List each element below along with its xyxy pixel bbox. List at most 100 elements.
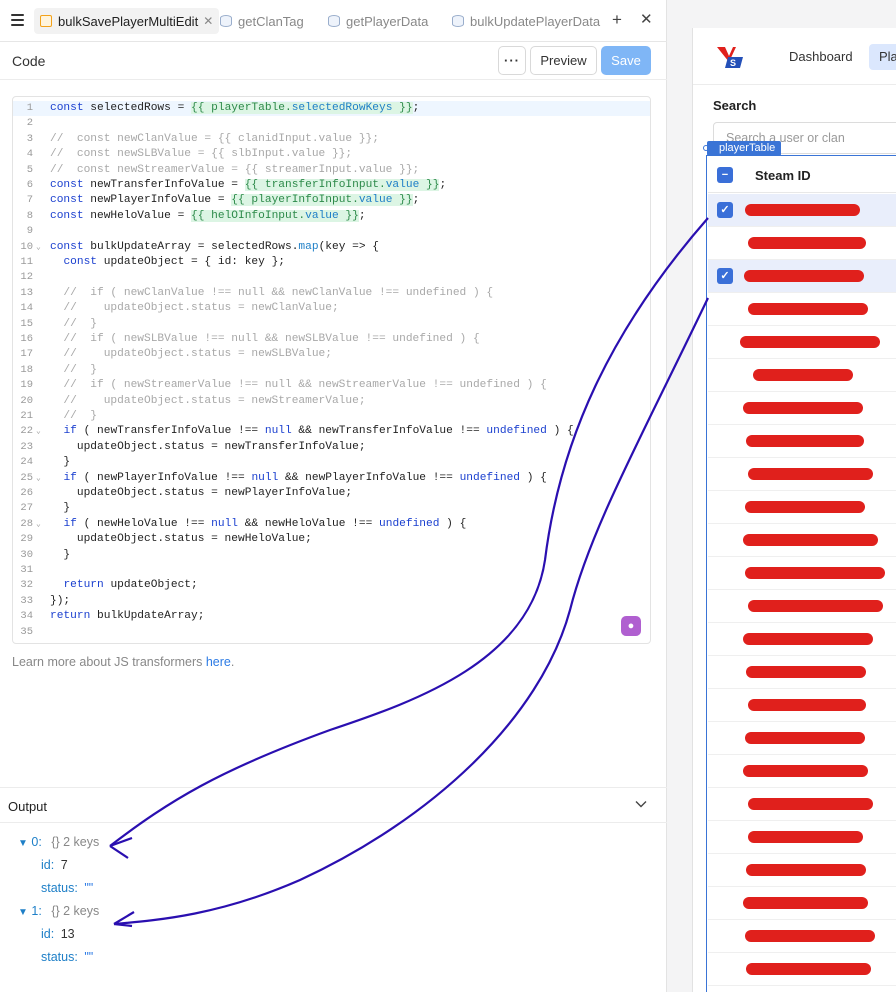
code-line[interactable]: 34 return bulkUpdateArray; xyxy=(13,609,650,624)
code-line[interactable]: 10 ⌄ const bulkUpdateArray = selectedRows.… xyxy=(13,240,650,255)
code-editor[interactable]: ● 1 const selectedRows = {{ playerTable.s… xyxy=(12,96,651,644)
table-row[interactable]: ✓ xyxy=(708,194,896,227)
chevron-down-icon[interactable] xyxy=(634,797,648,811)
code-line[interactable]: 7 const newPlayerInfoValue = {{ playerInf… xyxy=(13,193,650,208)
fold-chevron-icon[interactable]: ⌄ xyxy=(36,471,41,486)
table-row[interactable] xyxy=(708,458,896,491)
learn-more-link[interactable]: here xyxy=(206,655,231,669)
nav-dashboard[interactable]: Dashboard xyxy=(789,49,853,64)
table-row[interactable] xyxy=(708,524,896,557)
table-row[interactable] xyxy=(708,854,896,887)
table-row[interactable] xyxy=(708,920,896,953)
save-button[interactable]: Save xyxy=(601,46,651,75)
code-line[interactable]: 8 const newHeloValue = {{ helOInfoInput.v… xyxy=(13,209,650,224)
code-text: const newTransferInfoValue = {{ transfer… xyxy=(50,179,447,191)
code-line[interactable]: 28 ⌄ if ( newHeloValue !== null && newHel… xyxy=(13,517,650,532)
code-line[interactable]: 14 // updateObject.status = newClanValue… xyxy=(13,301,650,316)
table-row[interactable] xyxy=(708,821,896,854)
code-line[interactable]: 13 // if ( newClanValue !== null && newC… xyxy=(13,286,650,301)
code-line[interactable]: 1 const selectedRows = {{ playerTable.sel… xyxy=(13,101,650,117)
line-number: 1 xyxy=(26,102,33,114)
code-line[interactable]: 19 // if ( newStreamerValue !== null && … xyxy=(13,378,650,393)
fold-chevron-icon[interactable]: ⌄ xyxy=(36,240,41,255)
output-item-0[interactable]: ▼ 0: {} 2 keys xyxy=(18,835,99,849)
code-line[interactable]: 35 xyxy=(13,625,650,640)
more-options-button[interactable]: ··· xyxy=(498,46,526,75)
tab-getclantag[interactable]: getClanTag xyxy=(214,8,304,34)
tab-bulkupdateplayerdata[interactable]: bulkUpdatePlayerData xyxy=(446,8,600,34)
table-row[interactable] xyxy=(708,656,896,689)
table-row[interactable] xyxy=(708,326,896,359)
database-icon xyxy=(328,15,340,27)
table-row[interactable] xyxy=(708,788,896,821)
select-all-checkbox[interactable]: − xyxy=(717,167,733,183)
code-line[interactable]: 16 // if ( newSLBValue !== null && newSL… xyxy=(13,332,650,347)
tab-getplayerdata[interactable]: getPlayerData xyxy=(322,8,428,34)
table-row[interactable] xyxy=(708,359,896,392)
code-line[interactable]: 27 } xyxy=(13,501,650,516)
table-row[interactable] xyxy=(708,293,896,326)
code-line[interactable]: 32 return updateObject; xyxy=(13,578,650,593)
nav-players[interactable]: Pla xyxy=(869,44,896,70)
output-header[interactable]: Output xyxy=(0,787,667,823)
output-meta: {} 2 keys xyxy=(51,904,100,918)
redacted-steam-id xyxy=(745,501,865,513)
column-header-steam-id[interactable]: Steam ID xyxy=(755,168,811,183)
code-line[interactable]: 29 updateObject.status = newHeloValue; xyxy=(13,532,650,547)
tab-bulksaveplayermultiedit[interactable]: bulkSavePlayerMultiEdit ✕ xyxy=(34,8,220,34)
line-number: 16 xyxy=(20,333,33,345)
code-line[interactable]: 5 // const newStreamerValue = {{ streamer… xyxy=(13,163,650,178)
table-row[interactable] xyxy=(708,392,896,425)
code-line[interactable]: 23 updateObject.status = newTransferInfo… xyxy=(13,440,650,455)
app-nav: S Dashboard Pla xyxy=(693,28,896,85)
table-row[interactable] xyxy=(708,590,896,623)
code-line[interactable]: 12 xyxy=(13,270,650,285)
redacted-steam-id xyxy=(745,567,885,579)
close-panel-icon[interactable]: ✕ xyxy=(640,12,653,28)
table-row[interactable] xyxy=(708,623,896,656)
code-line[interactable]: 4 // const newSLBValue = {{ slbInput.valu… xyxy=(13,147,650,162)
code-line[interactable]: 3 // const newClanValue = {{ clanidInput.… xyxy=(13,132,650,147)
table-row[interactable] xyxy=(708,227,896,260)
code-line[interactable]: 30 } xyxy=(13,548,650,563)
close-icon[interactable]: ✕ xyxy=(203,14,213,28)
table-row[interactable] xyxy=(708,953,896,986)
code-line[interactable]: 22 ⌄ if ( newTransferInfoValue !== null &… xyxy=(13,424,650,439)
table-row[interactable] xyxy=(708,722,896,755)
code-line[interactable]: 9 xyxy=(13,224,650,239)
code-line[interactable]: 25 ⌄ if ( newPlayerInfoValue !== null && … xyxy=(13,471,650,486)
fold-chevron-icon[interactable]: ⌄ xyxy=(36,517,41,532)
code-line[interactable]: 31 xyxy=(13,563,650,578)
expand-triangle-icon[interactable]: ▼ xyxy=(18,907,28,918)
player-table[interactable]: − Steam ID ✓ ✓ xyxy=(706,155,896,992)
add-tab-icon[interactable]: + xyxy=(612,11,622,28)
table-row[interactable] xyxy=(708,491,896,524)
code-line[interactable]: 24 } xyxy=(13,455,650,470)
row-checkbox[interactable]: ✓ xyxy=(717,202,733,218)
row-checkbox[interactable]: ✓ xyxy=(717,268,733,284)
expand-triangle-icon[interactable]: ▼ xyxy=(18,838,28,849)
code-line[interactable]: 21 // } xyxy=(13,409,650,424)
fold-chevron-icon[interactable]: ⌄ xyxy=(36,424,41,439)
menu-icon[interactable] xyxy=(11,14,24,26)
table-row[interactable] xyxy=(708,425,896,458)
code-line[interactable]: 6 const newTransferInfoValue = {{ transfe… xyxy=(13,178,650,193)
output-field: status: "" xyxy=(41,881,93,895)
code-line[interactable]: 17 // updateObject.status = newSLBValue; xyxy=(13,347,650,362)
preview-button[interactable]: Preview xyxy=(530,46,597,75)
table-row[interactable] xyxy=(708,755,896,788)
code-text: // const newStreamerValue = {{ streamerI… xyxy=(50,163,420,176)
code-line[interactable]: 33}); xyxy=(13,594,650,609)
table-row[interactable] xyxy=(708,689,896,722)
code-line[interactable]: 18 // } xyxy=(13,363,650,378)
output-item-1[interactable]: ▼ 1: {} 2 keys xyxy=(18,904,99,918)
table-row[interactable] xyxy=(708,557,896,590)
table-row[interactable]: ✓ xyxy=(708,260,896,293)
code-line[interactable]: 2 xyxy=(13,116,650,131)
code-line[interactable]: 20 // updateObject.status = newStreamerV… xyxy=(13,394,650,409)
code-line[interactable]: 26 updateObject.status = newPlayerInfoVa… xyxy=(13,486,650,501)
table-row[interactable] xyxy=(708,887,896,920)
widget-label[interactable]: playerTable xyxy=(707,141,782,156)
code-line[interactable]: 15 // } xyxy=(13,317,650,332)
code-line[interactable]: 11 const updateObject = { id: key }; xyxy=(13,255,650,270)
